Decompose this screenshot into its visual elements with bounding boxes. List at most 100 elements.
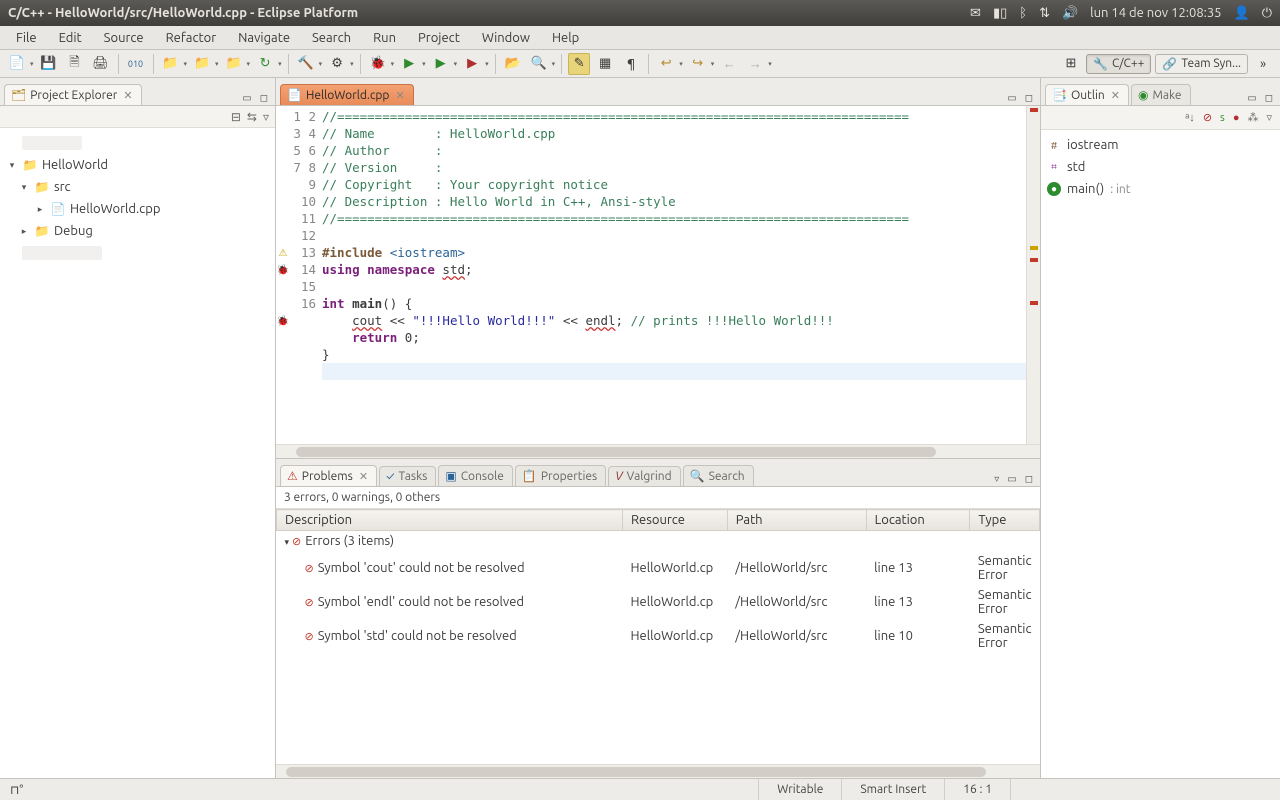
view-menu-icon[interactable]: ▿ bbox=[263, 110, 269, 124]
editor-tab-helloworld[interactable]: 📄 HelloWorld.cpp ✕ bbox=[280, 84, 414, 105]
hide-nonpublic-icon[interactable]: ● bbox=[1233, 112, 1240, 124]
errors-group-row[interactable]: ▾ ⊘Errors (3 items) bbox=[277, 531, 1040, 552]
search-icon[interactable]: 🔍 bbox=[528, 53, 550, 75]
link-editor-icon[interactable]: ⇆ bbox=[247, 110, 257, 124]
new-cpp-class-icon[interactable]: 📁 bbox=[160, 53, 182, 75]
open-perspective-icon[interactable]: ⊞ bbox=[1060, 53, 1082, 75]
tab-console[interactable]: ▣Console bbox=[438, 465, 513, 486]
error-marker-icon[interactable]: 🐞 bbox=[276, 312, 290, 329]
menu-edit[interactable]: Edit bbox=[49, 29, 92, 47]
close-icon[interactable]: ✕ bbox=[395, 89, 404, 102]
nav-forward-icon[interactable]: → bbox=[744, 53, 766, 75]
profile-icon[interactable]: ▶ bbox=[430, 53, 452, 75]
hide-fields-icon[interactable]: ⊘ bbox=[1203, 111, 1212, 124]
menu-navigate[interactable]: Navigate bbox=[228, 29, 300, 47]
tab-search[interactable]: 🔍Search bbox=[683, 465, 754, 486]
close-icon[interactable]: ✕ bbox=[1111, 89, 1120, 102]
save-all-icon[interactable]: 🗎 bbox=[64, 53, 86, 75]
col-path[interactable]: Path bbox=[727, 510, 866, 531]
new-source-icon[interactable]: 📁 bbox=[223, 53, 245, 75]
editor-hscrollbar[interactable] bbox=[276, 444, 1040, 458]
debug-icon[interactable]: 🐞 bbox=[367, 53, 389, 75]
build-config-icon[interactable]: ⚙ bbox=[326, 53, 348, 75]
hide-static-icon[interactable]: s bbox=[1220, 112, 1225, 124]
tab-project-explorer[interactable]: 🗂 Project Explorer ✕ bbox=[4, 84, 142, 105]
outline-tree[interactable]: #iostream ⌗std ●main(): int bbox=[1041, 130, 1280, 778]
problems-hscrollbar[interactable] bbox=[276, 764, 1040, 778]
problems-table[interactable]: Description Resource Path Location Type … bbox=[276, 509, 1040, 653]
maximize-icon[interactable]: ◻ bbox=[1022, 91, 1036, 105]
tree-src[interactable]: ▾📁src bbox=[2, 176, 273, 198]
menu-project[interactable]: Project bbox=[408, 29, 470, 47]
binary-icon[interactable]: 010 bbox=[125, 53, 147, 75]
open-type-icon[interactable]: ↻ bbox=[254, 53, 276, 75]
print-icon[interactable]: 🖨 bbox=[90, 53, 112, 75]
group-icon[interactable]: ⁂ bbox=[1247, 111, 1258, 124]
power-icon[interactable]: ⏻ bbox=[1262, 6, 1272, 21]
menu-run[interactable]: Run bbox=[363, 29, 406, 47]
menu-window[interactable]: Window bbox=[472, 29, 540, 47]
problem-row[interactable]: ⊘Symbol 'endl' could not be resolvedHell… bbox=[277, 585, 1040, 619]
collapse-all-icon[interactable]: ⊟ bbox=[231, 110, 241, 124]
tree-debug[interactable]: ▸📁Debug bbox=[2, 220, 273, 242]
minimize-icon[interactable]: ▭ bbox=[1004, 472, 1019, 486]
tree-file[interactable]: ▸📄HelloWorld.cpp bbox=[2, 198, 273, 220]
error-marker-icon[interactable]: 🐞 bbox=[276, 261, 290, 278]
open-element-icon[interactable]: 📂 bbox=[502, 53, 524, 75]
chevron-right-icon[interactable]: » bbox=[1252, 53, 1274, 75]
maximize-icon[interactable]: ◻ bbox=[1022, 472, 1036, 486]
tab-tasks[interactable]: ✓Tasks bbox=[379, 466, 436, 486]
new-icon[interactable]: 📄 bbox=[6, 53, 28, 75]
close-icon[interactable]: ✕ bbox=[359, 470, 368, 483]
volume-icon[interactable]: 🔊 bbox=[1062, 6, 1078, 21]
save-icon[interactable]: 💾 bbox=[38, 53, 60, 75]
menu-file[interactable]: File bbox=[6, 29, 47, 47]
externaltools-icon[interactable]: ▶ bbox=[461, 53, 483, 75]
col-location[interactable]: Location bbox=[866, 510, 970, 531]
project-tree[interactable]: ▾📁HelloWorld ▾📁src ▸📄HelloWorld.cpp ▸📁De… bbox=[0, 128, 275, 268]
problem-row[interactable]: ⊘Symbol 'cout' could not be resolvedHell… bbox=[277, 551, 1040, 585]
new-header-icon[interactable]: 📁 bbox=[191, 53, 213, 75]
outline-item[interactable]: ●main(): int bbox=[1047, 178, 1274, 200]
col-resource[interactable]: Resource bbox=[622, 510, 727, 531]
tab-problems[interactable]: ⚠Problems ✕ bbox=[280, 465, 377, 486]
user-icon[interactable]: 👤 bbox=[1234, 6, 1250, 21]
bluetooth-icon[interactable]: ᛒ bbox=[1019, 6, 1027, 20]
status-icon[interactable]: ⊓° bbox=[10, 783, 23, 797]
menu-source[interactable]: Source bbox=[94, 29, 154, 47]
col-type[interactable]: Type bbox=[970, 510, 1040, 531]
editor[interactable]: ⚠ 🐞 🐞 1 2 3 4 5 6 7 8 9 10 11 12 13 14 1… bbox=[276, 106, 1040, 444]
build-icon[interactable]: 🔨 bbox=[295, 53, 317, 75]
tab-valgrind[interactable]: VValgrind bbox=[608, 466, 680, 486]
tab-make[interactable]: ◉Make bbox=[1131, 84, 1191, 105]
nav-back-icon[interactable]: ← bbox=[718, 53, 740, 75]
minimize-icon[interactable]: ▭ bbox=[1004, 91, 1019, 105]
view-menu-icon[interactable]: ▿ bbox=[1266, 111, 1272, 124]
outline-item[interactable]: ⌗std bbox=[1047, 156, 1274, 178]
minimize-icon[interactable]: ▭ bbox=[239, 91, 254, 105]
overview-ruler[interactable] bbox=[1026, 106, 1040, 444]
sort-icon[interactable]: ᵃ↓ bbox=[1185, 112, 1195, 124]
prev-annotation-icon[interactable]: ¶ bbox=[620, 53, 642, 75]
view-menu-icon[interactable]: ▿ bbox=[991, 472, 1002, 486]
run-icon[interactable]: ▶ bbox=[398, 53, 420, 75]
maximize-icon[interactable]: ◻ bbox=[1262, 91, 1276, 105]
menu-refactor[interactable]: Refactor bbox=[156, 29, 227, 47]
maximize-icon[interactable]: ◻ bbox=[257, 91, 271, 105]
tab-properties[interactable]: 📋Properties bbox=[515, 465, 606, 486]
network-icon[interactable]: ⇅ bbox=[1039, 6, 1050, 21]
tab-outline[interactable]: 📑Outlin ✕ bbox=[1045, 84, 1129, 105]
tree-project[interactable]: ▾📁HelloWorld bbox=[2, 154, 273, 176]
back-icon[interactable]: ↪ bbox=[687, 53, 709, 75]
last-edit-icon[interactable]: ↩ bbox=[655, 53, 677, 75]
clock[interactable]: lun 14 de nov 12:08:35 bbox=[1090, 6, 1221, 20]
minimize-icon[interactable]: ▭ bbox=[1244, 91, 1259, 105]
outline-item[interactable]: #iostream bbox=[1047, 134, 1274, 156]
menu-help[interactable]: Help bbox=[542, 29, 589, 47]
mail-icon[interactable]: ✉ bbox=[970, 6, 981, 21]
perspective-team-sync[interactable]: 🔗 Team Syn... bbox=[1155, 54, 1248, 74]
toggle-mark-icon[interactable]: ✎ bbox=[568, 53, 590, 75]
code-area[interactable]: //======================================… bbox=[320, 106, 1026, 444]
battery-icon[interactable]: ▮▯ bbox=[993, 6, 1007, 21]
perspective-cpp[interactable]: 🔧 C/C++ bbox=[1086, 54, 1151, 74]
